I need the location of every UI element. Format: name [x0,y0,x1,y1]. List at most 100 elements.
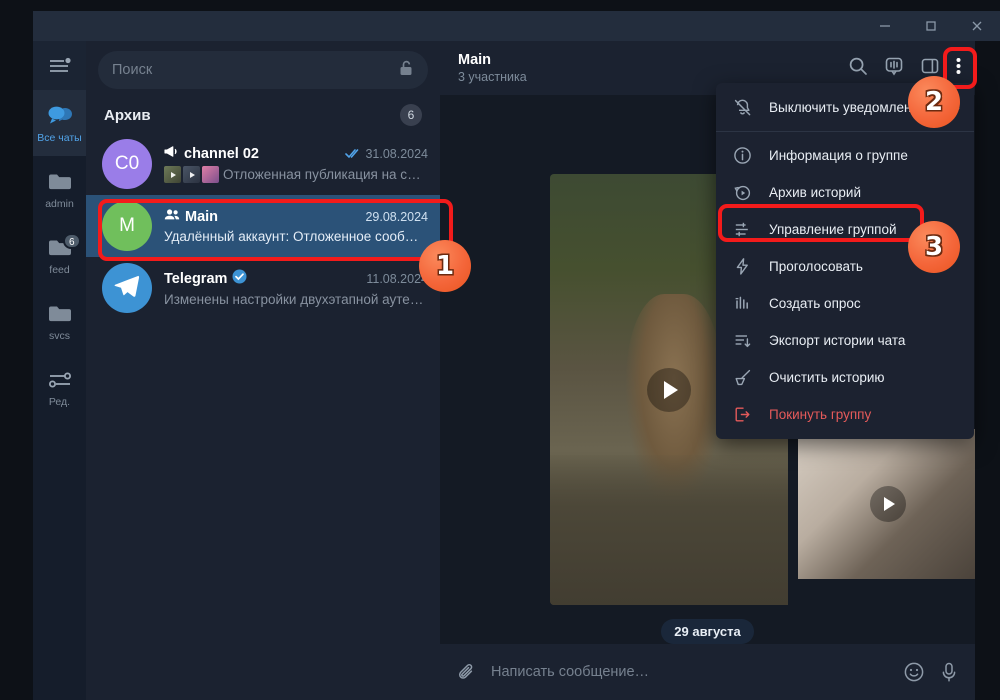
paperclip-icon[interactable] [456,662,477,683]
title-bar [33,11,1000,41]
step-badge-3: 3 [908,221,960,273]
menu-item-label: Создать опрос [769,296,861,311]
step-badge-label: 2 [924,87,944,117]
list-item-date: 31.08.2024 [345,147,428,161]
sliders-icon [47,367,73,393]
step-badge-2: 2 [908,76,960,128]
archive-count-badge: 6 [400,104,422,126]
message-input[interactable]: Написать сообщение… [491,664,889,680]
step-badge-label: 1 [435,251,455,281]
sidebar-item-label: feed [49,263,70,276]
main-menu-button[interactable] [33,41,86,90]
unlock-icon[interactable] [398,59,414,81]
menu-item-export-chat-history[interactable]: Экспорт истории чата [716,322,974,359]
folder-icon: 6 [47,232,81,261]
folder-icon [47,301,73,327]
telegram-plane-icon [113,273,141,303]
sidebar-item-label: Все чаты [37,131,82,144]
menu-item-leave-group[interactable]: Покинуть группу [716,396,974,433]
poll-icon [732,294,752,313]
list-item-content: Main 29.08.2024 Удалённый аккаунт: Отлож… [164,208,428,244]
video-thumbnail-small[interactable] [798,429,975,579]
date-divider-label: 29 августа [661,619,754,644]
menu-item-label: Покинуть группу [769,407,872,422]
list-item-content: channel 02 31.08.2024 Отложенная публика… [164,145,428,183]
info-icon [732,146,752,165]
broom-icon [732,368,752,387]
sidebar-item-label: admin [45,197,74,210]
list-item-main[interactable]: M Main 29.08.2024 Удалённый аккаунт: Отл… [86,195,440,257]
list-item[interactable]: C0 channel 02 31.08.2024 Отложенная публ… [86,133,440,195]
list-item-title-row: channel 02 31.08.2024 [164,145,428,163]
export-icon [732,331,752,350]
microphone-icon[interactable] [939,661,959,683]
search-input[interactable]: Поиск [98,51,428,89]
message-composer: Написать сообщение… [440,644,975,700]
image-thumbnail [202,166,219,183]
list-item-title-row: Telegram 11.08.2024 [164,269,428,289]
avatar-initials: C0 [114,153,140,174]
sidebar-item-admin[interactable]: admin [33,156,86,222]
more-options-icon[interactable] [956,56,961,81]
list-item[interactable]: Telegram 11.08.2024 Изменены настройки д… [86,257,440,319]
search-placeholder: Поиск [112,62,153,78]
chat-list-panel: Поиск Архив 6 C0 channel 02 31.08.2024 О… [86,41,440,700]
mute-icon [732,98,752,117]
group-icon [164,208,180,226]
archive-title: Архив [104,106,151,124]
preview-thumbnails [164,166,219,183]
folder-icon [47,169,73,195]
video-chat-icon[interactable] [884,56,904,81]
minimize-button[interactable] [862,11,908,41]
sidebar-item-badge: 6 [62,232,81,249]
list-item-name: Main [185,209,219,225]
list-item-date-text: 31.08.2024 [365,147,428,161]
list-item-name: channel 02 [184,146,259,162]
sidebar-item-all-chats[interactable]: Все чаты [33,90,86,156]
list-item-title-row: Main 29.08.2024 [164,208,428,226]
folders-rail: Все чаты admin 6 feed svcs Ред. [33,41,86,700]
brush-foreground [550,455,788,605]
list-item-date: 29.08.2024 [365,210,428,224]
video-thumbnail [164,166,181,183]
sidebar-item-svcs[interactable]: svcs [33,288,86,354]
menu-item-create-poll[interactable]: Создать опрос [716,285,974,322]
leave-icon [732,405,752,424]
chats-icon [47,103,73,129]
avatar [102,263,152,313]
list-item-preview: Отложенная публикация на смар… [223,167,428,182]
step-badge-label: 3 [924,232,944,262]
close-button[interactable] [954,11,1000,41]
page-title: Main [458,52,492,68]
maximize-button[interactable] [908,11,954,41]
menu-item-clear-history[interactable]: Очистить историю [716,359,974,396]
list-item-preview: Удалённый аккаунт: Отложенное сообщен… [164,229,428,244]
sidebar-item-label: Ред. [48,395,71,408]
list-item-preview-row: Отложенная публикация на смар… [164,166,428,183]
date-divider: 29 августа [440,619,975,644]
archive-row[interactable]: Архив 6 [86,97,440,133]
boost-icon [732,257,752,276]
chat-header-titles[interactable]: Main 3 участника [458,52,848,84]
smile-icon[interactable] [903,661,925,683]
menu-item-stories-archive[interactable]: Архив историй [716,174,974,211]
menu-item-label: Очистить историю [769,370,885,385]
avatar-initials: M [119,215,135,236]
chat-members-count: 3 участника [458,70,527,84]
list-item-date: 11.08.2024 [366,272,428,286]
list-item-content: Telegram 11.08.2024 Изменены настройки д… [164,269,428,307]
play-icon[interactable] [870,486,906,522]
menu-item-group-info[interactable]: Информация о группе [716,137,974,174]
avatar: C0 [102,139,152,189]
list-item-name: Telegram [164,271,228,287]
search-icon[interactable] [848,56,868,81]
sidebar-item-feed[interactable]: 6 feed [33,222,86,288]
chat-header-actions [848,56,961,81]
play-icon[interactable] [647,367,691,412]
menu-item-label: Информация о группе [769,148,908,163]
sidebar-item-edit-folders[interactable]: Ред. [33,354,86,420]
sidebar-item-label: svcs [49,329,70,342]
step-badge-1: 1 [419,240,471,292]
verified-badge-icon [232,269,247,289]
telegram-desktop-window: Все чаты admin 6 feed svcs Ред. Поиск Ар… [0,0,1000,700]
